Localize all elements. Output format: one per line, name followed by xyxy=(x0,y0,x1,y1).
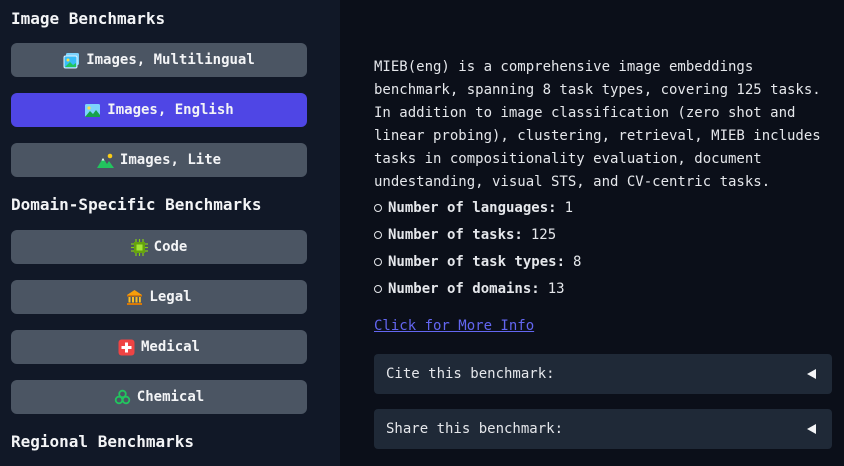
share-benchmark-accordion[interactable]: Share this benchmark: xyxy=(374,409,832,449)
cite-benchmark-accordion[interactable]: Cite this benchmark: xyxy=(374,354,832,394)
medical-label: Medical xyxy=(140,339,200,355)
stat-languages: Number of languages: 1 xyxy=(374,200,573,216)
image-multilingual-icon xyxy=(63,52,80,69)
stat-value: 8 xyxy=(573,254,582,270)
stat-label: Number of task types: xyxy=(388,254,566,270)
cite-benchmark-label: Cite this benchmark: xyxy=(386,366,555,382)
stat-label: Number of tasks: xyxy=(388,227,523,243)
benchmark-description: MIEB(eng) is a comprehensive image embed… xyxy=(374,56,834,194)
description-line: linear probing), clustering, retrieval, … xyxy=(374,128,821,144)
legal-button[interactable]: Legal xyxy=(11,280,307,314)
stat-tasks: Number of tasks: 125 xyxy=(374,227,556,243)
medical-button[interactable]: Medical xyxy=(11,330,307,364)
bullet-icon xyxy=(374,231,382,239)
sidebar: Image Benchmarks Images, Multilingual Im… xyxy=(0,0,340,466)
chip-icon xyxy=(130,238,148,256)
expand-triangle-icon xyxy=(807,369,816,379)
description-line: undestanding, visual STS, and CV-centric… xyxy=(374,174,771,190)
images-english-label: Images, English xyxy=(107,102,234,118)
images-lite-button[interactable]: Images, Lite xyxy=(11,143,307,177)
more-info-link[interactable]: Click for More Info xyxy=(374,318,534,334)
stat-value: 1 xyxy=(564,200,574,216)
description-line: MIEB(eng) is a comprehensive image embed… xyxy=(374,59,754,75)
images-english-button[interactable]: Images, English xyxy=(11,93,307,127)
chemical-label: Chemical xyxy=(136,389,205,405)
domain-benchmarks-heading: Domain-Specific Benchmarks xyxy=(11,195,262,214)
image-benchmarks-heading: Image Benchmarks xyxy=(11,9,166,28)
code-label: Code xyxy=(153,239,188,255)
images-multilingual-label: Images, Multilingual xyxy=(86,52,255,68)
legal-label: Legal xyxy=(149,289,192,305)
description-line: tasks in compositionality evaluation, do… xyxy=(374,151,762,167)
bank-icon xyxy=(126,289,143,306)
stat-value: 13 xyxy=(547,281,565,297)
medical-cross-icon xyxy=(118,339,135,356)
stat-label: Number of languages: xyxy=(388,200,557,216)
landscape-image-icon xyxy=(84,102,101,119)
expand-triangle-icon xyxy=(807,424,816,434)
bullet-icon xyxy=(374,285,382,293)
bullet-icon xyxy=(374,258,382,266)
description-line: benchmark, spanning 8 task types, coveri… xyxy=(374,82,821,98)
stat-domains: Number of domains: 13 xyxy=(374,281,565,297)
images-multilingual-button[interactable]: Images, Multilingual xyxy=(11,43,307,77)
code-button[interactable]: Code xyxy=(11,230,307,264)
mountain-sun-icon xyxy=(96,152,114,169)
regional-benchmarks-heading: Regional Benchmarks xyxy=(11,432,195,451)
stat-task-types: Number of task types: 8 xyxy=(374,254,581,270)
description-line: In addition to image classification (zer… xyxy=(374,105,796,121)
share-benchmark-label: Share this benchmark: xyxy=(386,421,564,437)
bullet-icon xyxy=(374,204,382,212)
stat-value: 125 xyxy=(530,227,557,243)
biohazard-icon xyxy=(114,389,131,406)
images-lite-label: Images, Lite xyxy=(119,152,222,168)
chemical-button[interactable]: Chemical xyxy=(11,380,307,414)
stat-label: Number of domains: xyxy=(388,281,540,297)
benchmark-details-panel: MIEB(eng) is a comprehensive image embed… xyxy=(340,0,844,466)
